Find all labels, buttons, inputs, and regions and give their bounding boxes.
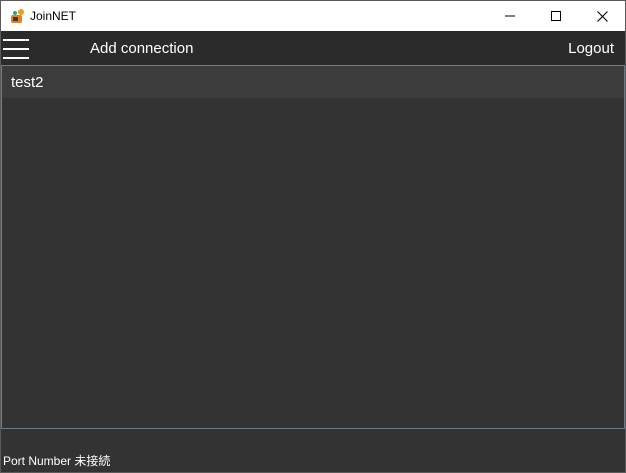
connection-list: test2 xyxy=(1,65,625,429)
close-button[interactable] xyxy=(579,1,625,31)
maximize-button[interactable] xyxy=(533,1,579,31)
app-window: JoinNET Add connection Logout test2 Port… xyxy=(0,0,626,473)
connection-list-item[interactable]: test2 xyxy=(2,66,624,98)
connection-name: test2 xyxy=(11,74,44,91)
window-title: JoinNET xyxy=(30,9,77,23)
status-text: Port Number 未接続 xyxy=(3,454,111,468)
app-logo-icon xyxy=(9,8,25,24)
minimize-icon xyxy=(505,11,515,21)
maximize-icon xyxy=(551,11,561,21)
minimize-button[interactable] xyxy=(487,1,533,31)
add-connection-button[interactable]: Add connection xyxy=(90,40,193,58)
close-icon xyxy=(596,10,608,22)
title-bar[interactable]: JoinNET xyxy=(1,1,625,31)
app-toolbar: Add connection Logout xyxy=(1,31,625,65)
hamburger-menu-icon[interactable] xyxy=(3,37,29,61)
logout-button[interactable]: Logout xyxy=(568,40,614,58)
